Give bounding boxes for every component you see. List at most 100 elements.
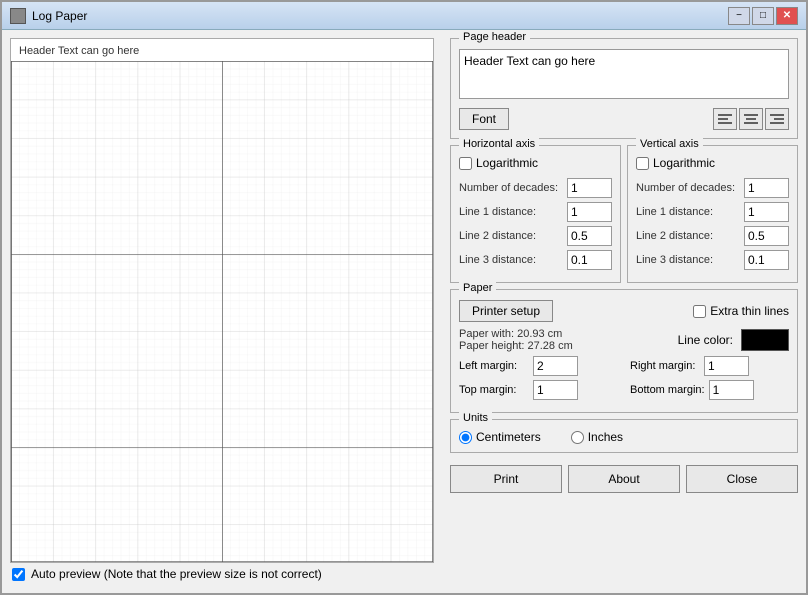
auto-preview-bar: Auto preview (Note that the preview size… — [10, 563, 434, 585]
title-bar: Log Paper − □ ✕ — [2, 2, 806, 30]
page-header-section: Page header Font — [450, 38, 798, 139]
extra-thin-label: Extra thin lines — [710, 304, 789, 318]
preview-panel: Header Text can go here // We'll draw th… — [2, 30, 442, 593]
h-logarithmic-row: Logarithmic — [459, 156, 612, 170]
minimize-button[interactable]: − — [728, 7, 750, 25]
top-margin-input[interactable] — [533, 380, 578, 400]
auto-preview-label: Auto preview (Note that the preview size… — [31, 567, 322, 581]
h-line3-label: Line 3 distance: — [459, 254, 536, 266]
graph-preview: Header Text can go here // We'll draw th… — [10, 38, 434, 563]
app-icon — [10, 8, 26, 24]
printer-setup-button[interactable]: Printer setup — [459, 300, 553, 322]
h-line1-row: Line 1 distance: — [459, 202, 612, 222]
paper-top-row: Printer setup Extra thin lines — [459, 300, 789, 322]
axis-row: Horizontal axis Logarithmic Number of de… — [450, 145, 798, 283]
v-line2-input[interactable] — [744, 226, 789, 246]
v-decades-row: Number of decades: — [636, 178, 789, 198]
v-line1-input[interactable] — [744, 202, 789, 222]
bottom-margin-input[interactable] — [709, 380, 754, 400]
page-header-label: Page header — [459, 31, 530, 43]
vertical-axis-box: Vertical axis Logarithmic Number of deca… — [627, 145, 798, 283]
align-left-button[interactable] — [713, 108, 737, 130]
v-logarithmic-checkbox[interactable] — [636, 157, 649, 170]
line-color-label: Line color: — [678, 333, 733, 347]
centimeters-row: Centimeters — [459, 430, 541, 444]
h-line2-label: Line 2 distance: — [459, 230, 536, 242]
v-decades-label: Number of decades: — [636, 182, 735, 194]
v-line2-row: Line 2 distance: — [636, 226, 789, 246]
v-line3-row: Line 3 distance: — [636, 250, 789, 270]
left-margin-label: Left margin: — [459, 360, 529, 372]
h-line1-label: Line 1 distance: — [459, 206, 536, 218]
paper-info-row: Paper with: 20.93 cm Paper height: 27.28… — [459, 328, 789, 352]
inches-radio[interactable] — [571, 431, 584, 444]
preview-header-text: Header Text can go here — [19, 45, 139, 57]
top-margin-label: Top margin: — [459, 384, 529, 396]
paper-width-text: Paper with: 20.93 cm — [459, 328, 573, 340]
units-label: Units — [459, 412, 492, 424]
right-margin-input[interactable] — [704, 356, 749, 376]
graph-grid: // We'll draw these via inline elements — [11, 61, 433, 562]
window-title: Log Paper — [32, 9, 87, 23]
h-logarithmic-checkbox[interactable] — [459, 157, 472, 170]
h-decades-label: Number of decades: — [459, 182, 558, 194]
h-decades-row: Number of decades: — [459, 178, 612, 198]
align-center-icon — [744, 113, 758, 125]
close-window-button[interactable]: ✕ — [776, 7, 798, 25]
v-line3-input[interactable] — [744, 250, 789, 270]
maximize-button[interactable]: □ — [752, 7, 774, 25]
h-line3-input[interactable] — [567, 250, 612, 270]
align-buttons — [713, 108, 789, 130]
vertical-axis-label: Vertical axis — [636, 138, 703, 150]
right-margin-label: Right margin: — [630, 360, 700, 372]
centimeters-label: Centimeters — [476, 430, 541, 444]
horizontal-axis-content: Logarithmic Number of decades: Line 1 di… — [459, 156, 612, 270]
left-margin-input[interactable] — [533, 356, 578, 376]
h-line1-input[interactable] — [567, 202, 612, 222]
paper-height-text: Paper height: 27.28 cm — [459, 340, 573, 352]
font-button[interactable]: Font — [459, 108, 509, 130]
header-textarea[interactable] — [459, 49, 789, 99]
h-logarithmic-label: Logarithmic — [476, 156, 538, 170]
line-color-swatch[interactable] — [741, 329, 789, 351]
h-line2-input[interactable] — [567, 226, 612, 246]
h-line3-row: Line 3 distance: — [459, 250, 612, 270]
v-line2-label: Line 2 distance: — [636, 230, 713, 242]
h-decades-input[interactable] — [567, 178, 612, 198]
extra-thin-row: Extra thin lines — [693, 304, 789, 318]
left-margin-field: Left margin: — [459, 356, 618, 376]
align-right-icon — [770, 113, 784, 125]
v-line3-label: Line 3 distance: — [636, 254, 713, 266]
align-left-icon — [718, 113, 732, 125]
auto-preview-checkbox[interactable] — [12, 568, 25, 581]
v-decades-input[interactable] — [744, 178, 789, 198]
top-margin-field: Top margin: — [459, 380, 618, 400]
v-line1-label: Line 1 distance: — [636, 206, 713, 218]
settings-panel: Page header Font — [442, 30, 806, 593]
v-logarithmic-row: Logarithmic — [636, 156, 789, 170]
h-line2-row: Line 2 distance: — [459, 226, 612, 246]
paper-dimensions: Paper with: 20.93 cm Paper height: 27.28… — [459, 328, 573, 352]
print-button[interactable]: Print — [450, 465, 562, 493]
main-window: Log Paper − □ ✕ Header Text can go here … — [0, 0, 808, 595]
units-content: Centimeters Inches — [459, 430, 789, 444]
extra-thin-checkbox[interactable] — [693, 305, 706, 318]
inches-row: Inches — [571, 430, 623, 444]
align-center-button[interactable] — [739, 108, 763, 130]
inches-label: Inches — [588, 430, 623, 444]
centimeters-radio[interactable] — [459, 431, 472, 444]
bottom-margin-field: Bottom margin: — [630, 380, 789, 400]
font-row: Font — [459, 108, 789, 130]
horizontal-axis-label: Horizontal axis — [459, 138, 539, 150]
align-right-button[interactable] — [765, 108, 789, 130]
right-margin-field: Right margin: — [630, 356, 789, 376]
close-button[interactable]: Close — [686, 465, 798, 493]
paper-label: Paper — [459, 282, 496, 294]
units-section: Units Centimeters Inches — [450, 419, 798, 453]
paper-section: Paper Printer setup Extra thin lines Pap… — [450, 289, 798, 413]
bottom-margin-label: Bottom margin: — [630, 384, 705, 396]
title-buttons: − □ ✕ — [728, 7, 798, 25]
line-color-row: Line color: — [678, 329, 789, 351]
v-line1-row: Line 1 distance: — [636, 202, 789, 222]
about-button[interactable]: About — [568, 465, 680, 493]
